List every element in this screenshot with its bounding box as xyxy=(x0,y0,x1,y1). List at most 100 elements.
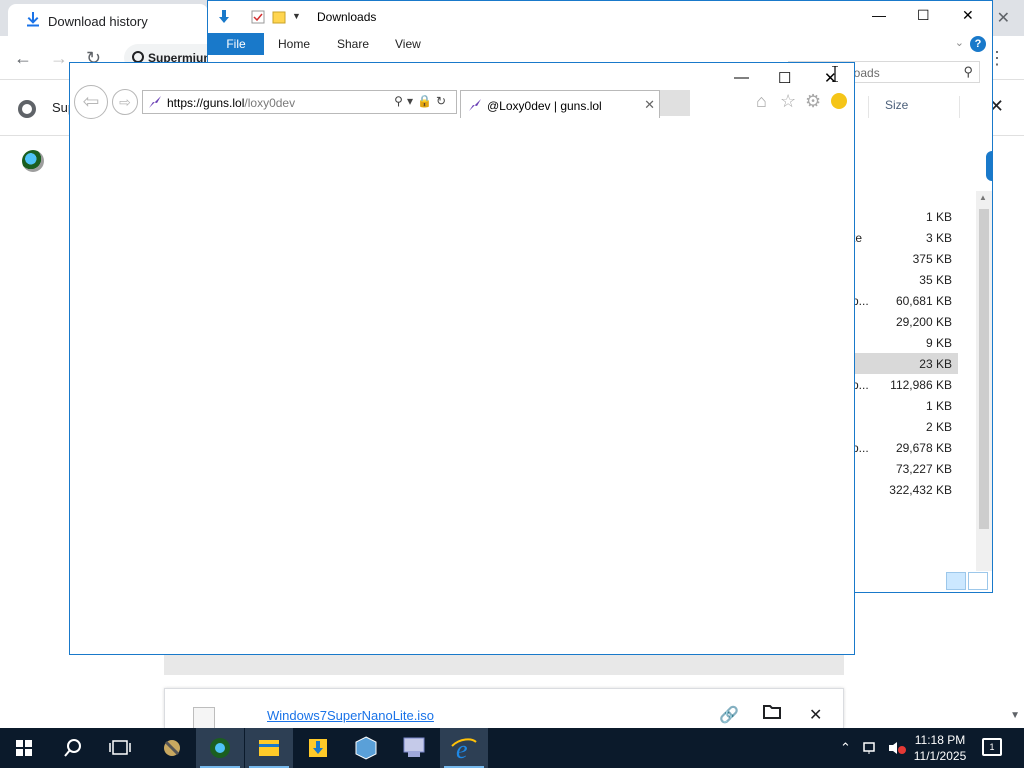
url-host: https://guns.lol xyxy=(167,96,245,110)
virtualbox-icon xyxy=(355,736,377,760)
ie-forward-icon[interactable]: ⇨ xyxy=(112,89,138,115)
action-center-icon[interactable]: 1 xyxy=(982,738,1002,756)
start-button[interactable] xyxy=(0,728,48,768)
tab-view[interactable]: View xyxy=(395,37,421,51)
site-favicon-icon xyxy=(149,96,161,108)
ie-back-icon[interactable]: ⇦ xyxy=(74,85,108,119)
details-view-icon[interactable] xyxy=(946,572,966,590)
file-row-size: 29,200 KB xyxy=(895,315,952,329)
refresh-icon[interactable]: ↻ xyxy=(436,94,450,108)
task-view-icon xyxy=(109,740,131,755)
taskbar-search-button[interactable] xyxy=(48,728,96,768)
windows-logo-icon xyxy=(16,740,32,756)
address-search-icon[interactable]: ⚲ xyxy=(394,94,407,108)
download-item-card: Windows7SuperNanoLite.iso 🔗 ✕ xyxy=(164,688,844,729)
file-row-size: 375 KB xyxy=(912,252,952,266)
task-view-button[interactable] xyxy=(96,728,144,768)
help-icon[interactable]: ? xyxy=(970,36,986,52)
scroll-up-icon[interactable]: ▲ xyxy=(979,193,987,202)
file-row-size: 35 KB xyxy=(919,273,952,287)
url-path: /loxy0dev xyxy=(244,96,296,110)
downloads-arrow-icon xyxy=(219,10,229,23)
tab-download-history[interactable]: Download history xyxy=(8,4,208,36)
address-url: https://guns.lol/loxy0dev xyxy=(167,96,295,110)
tool-app-icon xyxy=(164,740,180,756)
show-in-folder-icon[interactable] xyxy=(763,705,781,724)
new-folder-icon[interactable] xyxy=(271,9,287,25)
favorites-star-icon[interactable]: ☆ xyxy=(780,91,796,112)
large-icons-view-icon[interactable] xyxy=(968,572,988,590)
download-filename-link[interactable]: Windows7SuperNanoLite.iso xyxy=(267,708,434,723)
size-header-label: Size xyxy=(885,98,909,112)
file-row-size: 322,432 KB xyxy=(889,483,952,497)
close-tab-icon[interactable]: ✕ xyxy=(644,97,655,113)
home-icon[interactable]: ⌂ xyxy=(756,91,767,112)
ribbon-tabs: File Home Share View ⌄ ? xyxy=(208,33,992,55)
system-app-icon xyxy=(403,737,425,757)
remove-download-icon[interactable]: ✕ xyxy=(809,705,822,725)
clock-time: 11:18 PM xyxy=(914,733,966,747)
search-icon: ⚲ xyxy=(963,64,973,79)
tab-share[interactable]: Share xyxy=(337,37,369,51)
tab-file[interactable]: File xyxy=(208,33,264,55)
file-row-size: 60,681 KB xyxy=(895,294,952,308)
scrollbar-thumb[interactable] xyxy=(979,209,989,529)
taskbar-app-downloads[interactable] xyxy=(294,728,342,768)
download-card-edge xyxy=(164,655,844,675)
file-icon xyxy=(193,707,215,729)
search-icon xyxy=(64,739,81,757)
address-bar[interactable]: https://guns.lol/loxy0dev ⚲▾🔒↻ xyxy=(142,90,457,114)
taskbar-app-system[interactable] xyxy=(390,728,438,768)
file-row-size: 73,227 KB xyxy=(895,462,952,476)
feedback-smiley-icon[interactable] xyxy=(831,93,847,109)
scroll-down-icon[interactable]: ▼ xyxy=(1010,710,1020,721)
taskbar-app-ie[interactable]: e xyxy=(440,728,488,768)
show-hidden-icons-icon[interactable]: ⌃ xyxy=(840,740,851,756)
file-row-size: 3 KB xyxy=(925,231,952,245)
downloads-folder-icon xyxy=(309,739,327,757)
copy-link-icon[interactable]: 🔗 xyxy=(719,705,739,725)
ie-content-area xyxy=(70,121,854,654)
file-row-size: 2 KB xyxy=(925,420,952,434)
notification-count: 1 xyxy=(989,742,995,752)
ie-maximize-icon[interactable]: ☐ xyxy=(778,69,791,87)
maximize-icon[interactable]: ☐ xyxy=(917,7,930,24)
expand-ribbon-icon[interactable]: ⌄ xyxy=(955,36,964,49)
clock-date: 11/1/2025 xyxy=(913,749,967,763)
back-arrow-icon[interactable]: ← xyxy=(14,48,32,69)
tools-gear-icon[interactable]: ⚙ xyxy=(805,91,821,112)
minimize-icon[interactable]: — xyxy=(872,7,886,23)
file-row-size: 29,678 KB xyxy=(895,441,952,455)
internet-explorer-icon: e xyxy=(451,735,477,764)
file-row-size: 23 KB xyxy=(919,357,952,371)
download-icon xyxy=(27,12,39,27)
file-row-size: 9 KB xyxy=(925,336,952,350)
tab-home[interactable]: Home xyxy=(278,37,310,51)
ie-window: — ☐ ✕ ⇦ ⇨ https://guns.lol/loxy0dev ⚲▾🔒↻… xyxy=(69,62,855,655)
address-actions: ⚲▾🔒↻ xyxy=(394,94,450,108)
forward-arrow-icon[interactable]: → xyxy=(50,48,68,69)
taskbar-app-browser[interactable] xyxy=(196,728,244,768)
address-dropdown-icon[interactable]: ▾ xyxy=(407,94,417,108)
vertical-scrollbar[interactable]: ▲ xyxy=(976,191,992,571)
search-placeholder: loads xyxy=(851,66,880,80)
system-clock[interactable]: 11:18 PM 11/1/2025 xyxy=(912,732,968,764)
file-row-size: 1 KB xyxy=(925,210,952,224)
ie-tab-active[interactable]: @Loxy0dev | guns.lol ✕ xyxy=(460,90,660,118)
quick-access-dropdown-icon[interactable]: ▼ xyxy=(292,11,308,27)
chrome-close-icon[interactable]: ✕ xyxy=(997,8,1010,28)
volume-muted-icon[interactable] xyxy=(887,740,907,756)
new-tab-button[interactable] xyxy=(660,90,690,116)
secure-lock-icon[interactable]: 🔒 xyxy=(417,94,436,108)
size-column-header[interactable]: Size xyxy=(868,96,960,118)
taskbar-app-virtualbox[interactable] xyxy=(342,728,390,768)
close-icon[interactable]: ✕ xyxy=(962,7,974,24)
properties-icon[interactable] xyxy=(250,9,266,25)
network-icon[interactable] xyxy=(863,740,881,756)
taskbar-app-tool[interactable] xyxy=(148,728,196,768)
ie-minimize-icon[interactable]: — xyxy=(734,69,749,86)
taskbar-app-explorer[interactable] xyxy=(245,728,293,768)
supermium-logo-icon xyxy=(22,150,44,172)
details-pane-edge xyxy=(986,151,992,181)
explorer-titlebar: ▼ Downloads — ☐ ✕ xyxy=(208,1,992,33)
